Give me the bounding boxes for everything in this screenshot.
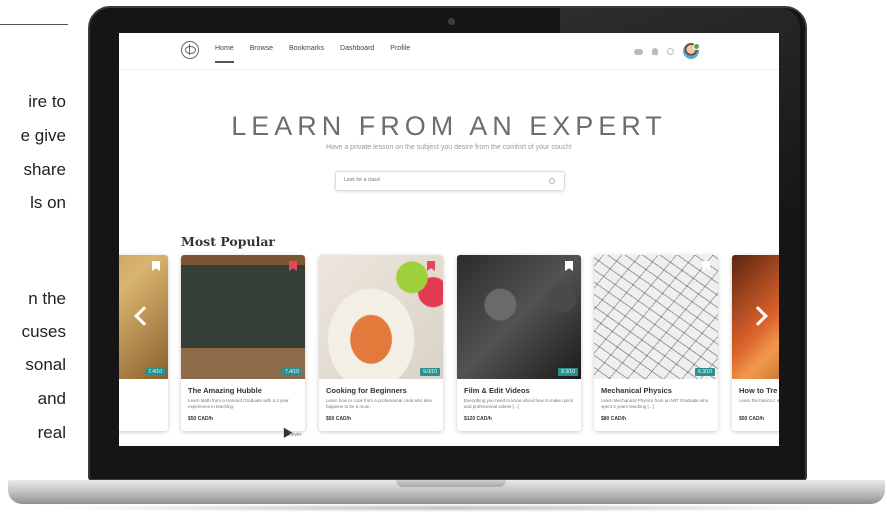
course-title[interactable]: Film & Edit Videos: [464, 386, 530, 395]
nav-link-profile[interactable]: Profile: [390, 45, 410, 52]
course-title[interactable]: The Amazing Hubble: [188, 386, 262, 395]
nav-icons: [634, 43, 700, 59]
laptop-base: [8, 480, 885, 504]
course-price: $50 CAD/h: [188, 416, 214, 422]
document-line: ls on: [30, 193, 66, 212]
course-image: [319, 255, 443, 379]
course-card[interactable]: 7.4/10 The Amazing Hubble Learn Math from …: [181, 255, 305, 431]
class-search-box: [335, 171, 565, 191]
course-card[interactable]: 9.0/10 Cooking for Beginners Learn how to …: [319, 255, 443, 431]
course-price: $50 CAD/h: [326, 416, 352, 422]
rating-badge: 9.3/10: [558, 368, 578, 376]
rating-badge: 6.3/10: [695, 368, 715, 376]
document-line: e give: [20, 126, 66, 145]
document-line: n the: [28, 289, 66, 308]
nav-link-dashboard[interactable]: Dashboard: [340, 45, 374, 52]
search-input[interactable]: [344, 177, 534, 183]
document-line: and: [37, 389, 66, 408]
course-title[interactable]: Cooking for Beginners: [326, 386, 407, 395]
rating-badge: 7.4/10: [145, 368, 165, 376]
nav-link-browse[interactable]: Browse: [250, 45, 273, 52]
hero-subtitle: Have a private lesson on the subject you…: [326, 144, 572, 151]
course-card[interactable]: 7.4/10aturer Literature of ching [...]: [119, 255, 168, 431]
course-description: Learn Math from a Harvard Graduate with …: [188, 398, 289, 409]
course-image: [594, 255, 718, 379]
document-line: cuses: [21, 322, 66, 341]
document-line: share: [23, 160, 66, 179]
bell-icon[interactable]: [652, 48, 658, 55]
course-title[interactable]: How to Tre: [739, 386, 777, 395]
course-description: Learn Mechanical Physics from an MIT Gra…: [601, 398, 709, 409]
section-title: Most Popular: [181, 234, 276, 249]
website-screen: Home Browse Bookmarks Dashboard Profile LEAR…: [119, 33, 779, 446]
document-line: sonal: [25, 355, 66, 374]
course-card[interactable]: How to Tre Learn the basics c a Marine. $5…: [732, 255, 779, 431]
popular-carousel: 7.4/10aturer Literature of ching [...]7.…: [119, 255, 779, 435]
search-icon[interactable]: [549, 178, 555, 184]
hero-title: LEARN FROM AN EXPERT: [231, 111, 667, 141]
course-description: Learn how to cook from a professional co…: [326, 398, 433, 409]
document-line: ire to: [28, 92, 66, 111]
course-price: $80 CAD/h: [601, 416, 627, 422]
course-image: [457, 255, 581, 379]
course-image: [181, 255, 305, 379]
rating-badge: 7.4/10: [282, 368, 302, 376]
search-icon[interactable]: [667, 47, 674, 55]
hover-label: hover: [289, 432, 302, 438]
course-price: $120 CAD/h: [464, 416, 492, 422]
course-card[interactable]: 9.3/10 Film & Edit Videos Everything you n…: [457, 255, 581, 431]
course-description: Learn the basics c a Marine.: [739, 398, 779, 403]
course-price: $50 CAD/h: [739, 416, 765, 422]
avatar[interactable]: [683, 43, 700, 59]
chat-icon[interactable]: [634, 49, 643, 55]
top-nav: Home Browse Bookmarks Dashboard Profile: [119, 33, 779, 69]
course-description: Everything you need to know about how to…: [464, 398, 573, 409]
course-description: r Literature of ching [...]: [119, 398, 163, 404]
rating-badge: 9.0/10: [420, 368, 440, 376]
document-line: real: [37, 423, 66, 442]
course-title[interactable]: Mechanical Physics: [601, 386, 672, 395]
brain-logo-icon[interactable]: [181, 41, 199, 59]
course-card[interactable]: 6.3/10 Mechanical Physics Learn Mechanical…: [594, 255, 718, 431]
webcam-icon: [448, 18, 455, 25]
nav-links: Home Browse Bookmarks Dashboard Profile: [215, 45, 410, 63]
document-rule: [0, 24, 68, 25]
nav-link-home[interactable]: Home: [215, 45, 234, 63]
nav-link-bookmarks[interactable]: Bookmarks: [289, 45, 324, 52]
